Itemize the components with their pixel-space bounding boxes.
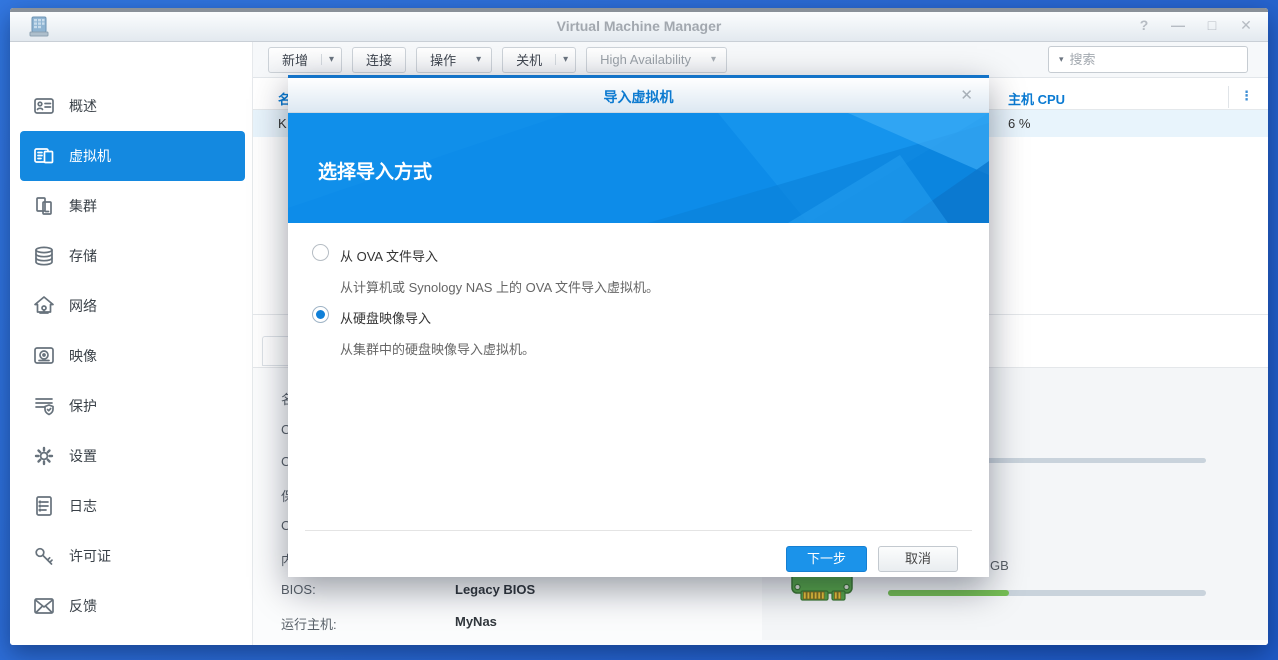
- vm-name-cell: K: [278, 116, 287, 131]
- column-menu-icon[interactable]: ⋮: [1240, 88, 1253, 104]
- create-button[interactable]: 新增 ▾: [268, 47, 342, 73]
- dialog-heading: 选择导入方式: [318, 157, 432, 184]
- running-host-value: MyNas: [455, 614, 497, 629]
- sidebar-item-feedback[interactable]: 反馈: [20, 581, 245, 631]
- close-window-icon[interactable]: ✕: [1238, 17, 1254, 34]
- sidebar-item-cluster[interactable]: 集群: [20, 181, 245, 231]
- sidebar-item-label: 网络: [69, 296, 97, 316]
- sidebar-item-label: 设置: [69, 446, 97, 466]
- sidebar-item-label: 许可证: [69, 546, 111, 566]
- footer-divider: [305, 530, 972, 531]
- sidebar-item-label: 保护: [69, 396, 97, 416]
- titlebar: Virtual Machine Manager ? — □ ✕: [10, 12, 1268, 42]
- import-vm-dialog: 导入虚拟机 ✕ 选择导入方式 从 OVA 文件导入 从计算机或 Synology…: [288, 75, 989, 577]
- memory-usage-bar: [888, 590, 1206, 596]
- host-cpu-cell: 6 %: [1008, 116, 1030, 131]
- sidebar-item-virtual-machine[interactable]: 虚拟机: [20, 131, 245, 181]
- bios-value: Legacy BIOS: [455, 582, 535, 597]
- shield-server-icon: [32, 394, 56, 418]
- database-icon: [32, 244, 56, 268]
- sidebar-item-label: 映像: [69, 346, 97, 366]
- cancel-button[interactable]: 取消: [878, 546, 958, 572]
- sidebar-item-network[interactable]: 网络: [20, 281, 245, 331]
- action-button[interactable]: 操作 ▾: [416, 47, 492, 73]
- dialog-title: 导入虚拟机: [288, 87, 989, 107]
- dialog-header: 导入虚拟机 ✕: [288, 78, 989, 113]
- disc-image-icon: [32, 344, 56, 368]
- window-title: Virtual Machine Manager: [10, 18, 1268, 34]
- dialog-body: 从 OVA 文件导入 从计算机或 Synology NAS 上的 OVA 文件导…: [288, 223, 989, 527]
- action-caret-icon: ▾: [476, 54, 481, 65]
- maximize-icon[interactable]: □: [1204, 17, 1220, 34]
- virtual-machine-icon: [32, 144, 56, 168]
- memory-bar-fill: [888, 590, 1009, 596]
- radio-import-from-ova[interactable]: [312, 244, 329, 261]
- sidebar-item-image[interactable]: 映像: [20, 331, 245, 381]
- radio-label-disk-image[interactable]: 从硬盘映像导入: [340, 308, 431, 327]
- column-divider: [1228, 86, 1229, 108]
- next-button[interactable]: 下一步: [786, 546, 867, 572]
- sidebar-item-label: 反馈: [69, 596, 97, 616]
- dialog-close-icon[interactable]: ✕: [960, 86, 973, 104]
- high-availability-button[interactable]: High Availability ▾: [586, 47, 727, 73]
- memory-unit-label: GB: [990, 558, 1009, 573]
- toolbar: 新增 ▾ 连接 操作 ▾ 关机 ▾ High Availability ▾: [253, 42, 1268, 78]
- search-filter-caret-icon[interactable]: ▾: [1059, 54, 1064, 65]
- envelope-icon: [32, 594, 56, 618]
- network-icon: [32, 294, 56, 318]
- power-dropdown-caret-icon[interactable]: ▾: [555, 54, 575, 65]
- id-card-icon: [32, 94, 56, 118]
- running-host-label: 运行主机:: [281, 614, 337, 633]
- radio-description-disk-image: 从集群中的硬盘映像导入虚拟机。: [340, 339, 535, 358]
- search-box[interactable]: ▾: [1048, 46, 1248, 73]
- radio-description-ova: 从计算机或 Synology NAS 上的 OVA 文件导入虚拟机。: [340, 277, 659, 296]
- sidebar: 概述 虚拟机 集群 存储 网络 映像: [10, 42, 253, 645]
- sidebar-item-label: 概述: [69, 96, 97, 116]
- sidebar-item-storage[interactable]: 存储: [20, 231, 245, 281]
- sidebar-item-log[interactable]: 日志: [20, 481, 245, 531]
- sidebar-item-settings[interactable]: 设置: [20, 431, 245, 481]
- connect-button[interactable]: 连接: [352, 47, 406, 73]
- key-icon: [32, 544, 56, 568]
- help-icon[interactable]: ?: [1136, 17, 1152, 34]
- dialog-banner: 选择导入方式: [288, 113, 989, 223]
- radio-label-ova[interactable]: 从 OVA 文件导入: [340, 246, 438, 265]
- desktop-background: Virtual Machine Manager ? — □ ✕ 概述 虚拟机 集…: [0, 0, 1278, 660]
- log-document-icon: [32, 494, 56, 518]
- sidebar-item-license[interactable]: 许可证: [20, 531, 245, 581]
- sidebar-item-label: 日志: [69, 496, 97, 516]
- sidebar-item-protection[interactable]: 保护: [20, 381, 245, 431]
- cluster-icon: [32, 194, 56, 218]
- search-input[interactable]: [1070, 52, 1246, 67]
- minimize-icon[interactable]: —: [1170, 17, 1186, 34]
- details-tab-fragment[interactable]: [262, 336, 288, 366]
- sidebar-item-label: 集群: [69, 196, 97, 216]
- radio-import-from-disk-image[interactable]: [312, 306, 329, 323]
- gear-icon: [32, 444, 56, 468]
- sidebar-item-label: 存储: [69, 246, 97, 266]
- power-off-button[interactable]: 关机 ▾: [502, 47, 576, 73]
- window-controls: ? — □ ✕: [1136, 17, 1254, 34]
- ha-caret-icon: ▾: [711, 54, 716, 65]
- bios-label: BIOS:: [281, 582, 316, 597]
- create-dropdown-caret-icon[interactable]: ▾: [321, 54, 341, 65]
- column-header-host-cpu[interactable]: 主机 CPU: [1008, 89, 1065, 108]
- sidebar-item-label: 虚拟机: [69, 146, 111, 166]
- sidebar-item-overview[interactable]: 概述: [20, 81, 245, 131]
